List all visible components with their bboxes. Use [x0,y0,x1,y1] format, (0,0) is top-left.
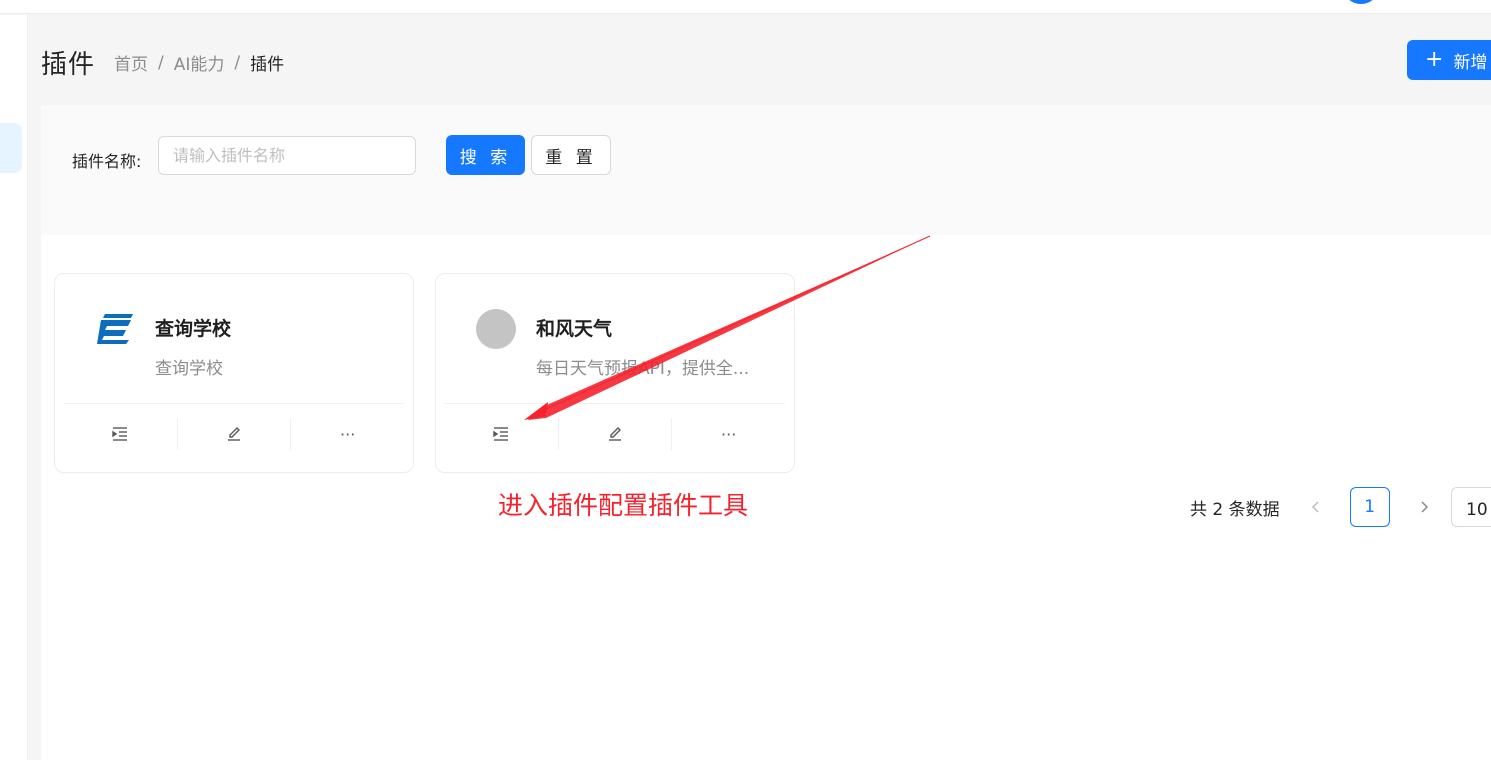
search-panel: 插件名称: 搜 索 重 置 [41,105,1491,235]
add-plugin-button[interactable]: + 新增 [1407,40,1491,80]
card-divider [64,403,404,404]
indent-icon[interactable] [64,418,178,450]
avatar-placeholder-icon [476,309,516,349]
plugin-name-input[interactable] [158,136,416,175]
reset-button[interactable]: 重 置 [531,135,611,175]
breadcrumb-item-home[interactable]: 首页 [114,50,148,75]
plugin-card-title: 查询学校 [155,318,232,340]
card-actions: ··· [445,418,785,450]
more-icon[interactable]: ··· [291,418,404,450]
sidebar [0,15,28,760]
pagination-total: 共 2 条数据 [1190,499,1280,520]
card-actions: ··· [64,418,404,450]
plugin-card-description: 每日天气预报API，提供全... [536,359,750,379]
breadcrumb-separator: / [234,52,241,73]
page-size-select[interactable]: 10 条/页 [1451,487,1491,527]
indent-icon[interactable] [445,418,559,450]
user-avatar[interactable] [1343,0,1379,4]
breadcrumb-item-ai[interactable]: AI能力 [174,50,225,75]
chevron-right-icon[interactable] [1408,491,1440,523]
plugin-card[interactable]: 和风天气 每日天气预报API，提供全... ··· [435,273,795,473]
plugin-card[interactable]: 查询学校 查询学校 ··· [54,273,414,473]
top-bar [0,0,1491,14]
card-divider [445,403,785,404]
more-icon[interactable]: ··· [672,418,785,450]
page-title: 插件 [41,50,96,80]
plugin-card-title: 和风天气 [536,318,613,340]
add-button-label: 新增 [1453,52,1488,73]
breadcrumb: 首页 / AI能力 / 插件 [114,50,285,76]
breadcrumb-item-current: 插件 [250,55,285,75]
e-logo-icon [97,314,133,344]
chevron-left-icon[interactable] [1300,491,1332,523]
edit-icon[interactable] [559,418,673,450]
edit-icon[interactable] [178,418,292,450]
plus-icon: + [1425,47,1444,72]
pagination-current-page[interactable]: 1 [1349,487,1390,527]
annotation-text: 进入插件配置插件工具 [498,491,749,520]
breadcrumb-separator: / [158,52,164,73]
plugin-name-label: 插件名称: [72,152,142,171]
pagination: 共 2 条数据 1 [1190,487,1440,527]
search-button[interactable]: 搜 索 [446,135,525,175]
sidebar-active-item[interactable] [0,123,22,173]
plugin-card-description: 查询学校 [155,359,223,379]
